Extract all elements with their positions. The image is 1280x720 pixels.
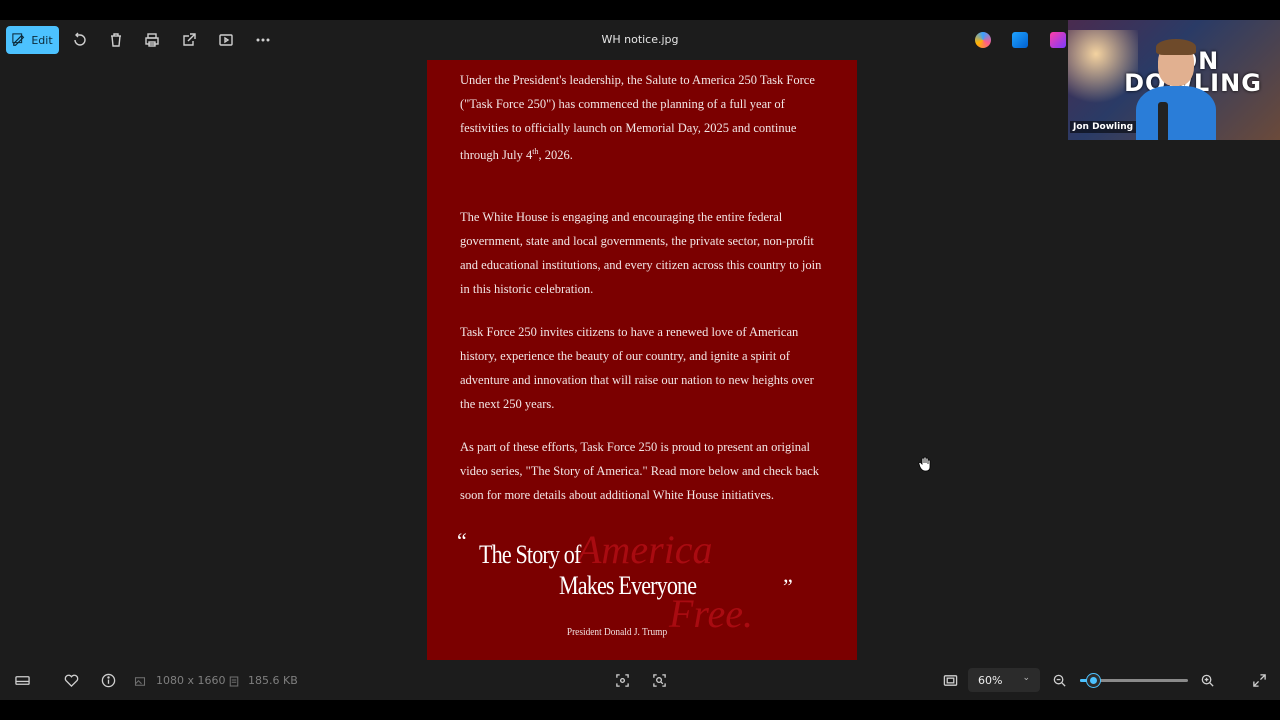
- quote-close-mark: ”: [783, 574, 793, 599]
- dimensions-icon: [134, 673, 146, 689]
- zoom-out-icon[interactable]: [1051, 672, 1067, 688]
- webcam-overlay: JON DOWLING Jon Dowling: [1068, 20, 1280, 140]
- document-paragraph-2: The White House is engaging and encourag…: [460, 210, 822, 296]
- presenter: [1136, 39, 1216, 140]
- copilot-icon[interactable]: [975, 32, 991, 48]
- filmstrip-icon[interactable]: [14, 672, 30, 688]
- status-bar: 1080 x 1660 185.6 KB 60% ⌄: [0, 660, 1280, 700]
- zoom-dropdown[interactable]: 60% ⌄: [968, 668, 1040, 692]
- document-paragraph-1: Under the President's leadership, the Sa…: [460, 73, 815, 163]
- photos-editor-icon[interactable]: [1012, 32, 1028, 48]
- document-paragraph-4: As part of these efforts, Task Force 250…: [460, 440, 820, 502]
- delete-icon[interactable]: [106, 30, 126, 50]
- file-size-icon: [228, 673, 240, 689]
- file-name-title: WH notice.jpg: [601, 33, 679, 46]
- image-dimensions: 1080 x 1660: [156, 674, 226, 687]
- slideshow-icon[interactable]: [216, 30, 236, 50]
- displayed-image[interactable]: Under the President's leadership, the Sa…: [427, 60, 857, 660]
- edit-icon: [12, 33, 25, 46]
- designer-icon[interactable]: [1050, 32, 1066, 48]
- quote-script-america: America: [577, 527, 713, 572]
- rotate-icon[interactable]: [70, 30, 90, 50]
- hand-cursor-icon: [918, 456, 931, 472]
- zoom-in-icon[interactable]: [1199, 672, 1215, 688]
- more-icon[interactable]: [253, 30, 273, 50]
- webcam-name-tag: Jon Dowling: [1070, 121, 1137, 133]
- fit-to-window-icon[interactable]: [942, 672, 958, 688]
- chevron-down-icon: ⌄: [1022, 673, 1030, 683]
- scan-text-icon[interactable]: [614, 672, 630, 688]
- favorite-icon[interactable]: [63, 672, 79, 688]
- print-icon[interactable]: [142, 30, 162, 50]
- quote-open-mark: “: [457, 528, 467, 553]
- info-icon[interactable]: [100, 672, 116, 688]
- edit-label: Edit: [31, 33, 53, 47]
- share-icon[interactable]: [179, 30, 199, 50]
- photos-app-window: Edit WH notice.jpg Under the President's…: [0, 20, 1280, 700]
- microphone: [1158, 102, 1168, 140]
- visual-search-icon[interactable]: [651, 672, 667, 688]
- file-size: 185.6 KB: [248, 674, 298, 687]
- edit-button[interactable]: Edit: [6, 26, 59, 54]
- document-paragraph-3: Task Force 250 invites citizens to have …: [460, 325, 814, 411]
- zoom-value: 60%: [978, 673, 1003, 687]
- full-screen-icon[interactable]: [1251, 672, 1267, 688]
- zoom-slider-thumb[interactable]: [1086, 674, 1100, 687]
- quote-line-1: The Story of: [479, 540, 581, 569]
- zoom-slider[interactable]: [1080, 674, 1188, 687]
- quote-line-2: Makes Everyone: [559, 571, 697, 600]
- signature-line: President Donald J. Trump: [566, 626, 668, 638]
